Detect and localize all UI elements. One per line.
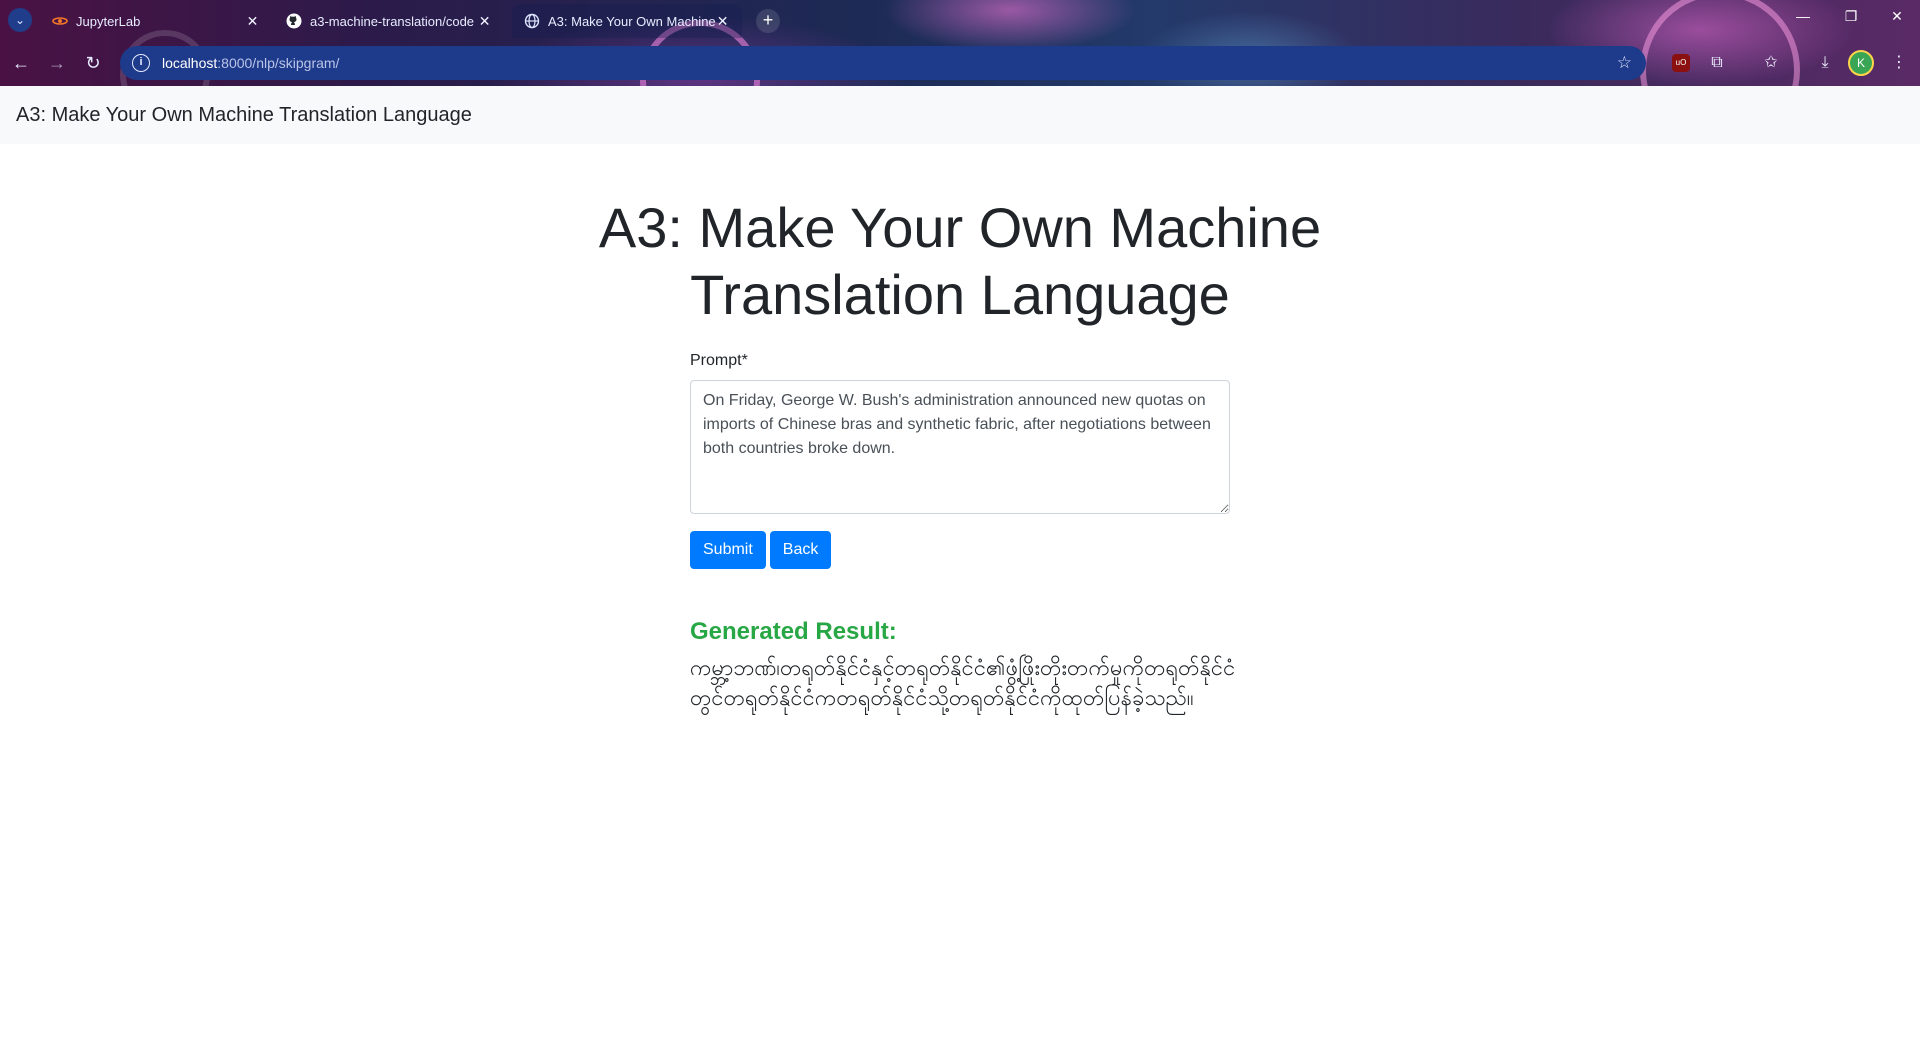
submit-button[interactable]: Submit [690,531,766,569]
new-tab-button[interactable]: + [756,9,780,33]
form-buttons: Submit Back [690,531,1230,569]
profile-avatar[interactable]: K [1848,50,1874,76]
browser-toolbar: ← → ↻ i localhost:8000/nlp/skipgram/ ☆ u… [0,46,1920,80]
prompt-form: Prompt* On Friday, George W. Bush's admi… [690,352,1230,569]
close-icon[interactable]: ✕ [477,13,492,30]
ublock-extension-icon[interactable]: uO [1672,54,1690,72]
bookmarks-icon[interactable]: ✩ [1758,50,1784,76]
forward-nav-button[interactable]: → [44,50,70,76]
chevron-down-icon: ⌄ [14,13,26,27]
tab-title: A3: Make Your Own Machine Tr [548,13,716,29]
arrow-right-icon: → [48,53,66,73]
close-window-button[interactable]: ✕ [1874,8,1920,25]
extensions-puzzle-icon[interactable]: ⧉ [1704,50,1730,76]
reload-button[interactable]: ↻ [80,50,106,76]
address-bar[interactable]: i localhost:8000/nlp/skipgram/ ☆ [120,46,1646,80]
browser-chrome: ⌄ JupyterLab ✕ a3-machine-translation/co… [0,0,1920,86]
minimize-icon: — [1796,8,1810,24]
restore-icon: ❐ [1844,8,1858,24]
minimize-button[interactable]: — [1780,8,1826,24]
generated-result: Generated Result: ကမ္ဘာ့ဘဏ်၊တရုတ်နိုင်ငံ… [690,618,1250,714]
back-button[interactable]: Back [769,531,832,569]
site-info-icon[interactable]: i [132,54,150,72]
arrow-left-icon: ← [12,53,30,73]
back-nav-button[interactable]: ← [8,50,34,76]
menu-kebab-icon[interactable]: ⋮ [1886,50,1912,76]
globe-icon [524,13,540,29]
close-icon[interactable]: ✕ [715,13,730,30]
bookmark-star-icon[interactable]: ☆ [1617,53,1632,73]
restore-button[interactable]: ❐ [1828,8,1874,25]
close-icon[interactable]: ✕ [245,13,260,30]
url-host: localhost [162,55,218,71]
tab-search-button[interactable]: ⌄ [8,8,32,32]
reload-icon: ↻ [85,53,101,73]
jupyter-icon [52,13,68,29]
tab-strip: ⌄ JupyterLab ✕ a3-machine-translation/co… [0,0,1920,40]
github-icon [286,13,302,29]
url-path: :8000/nlp/skipgram/ [217,55,340,71]
tab-a3-translation[interactable]: A3: Make Your Own Machine Tr ✕ [512,4,742,38]
prompt-label: Prompt* [690,352,748,369]
plus-icon: + [762,10,774,30]
prompt-textarea[interactable]: On Friday, George W. Bush's administrati… [690,380,1230,514]
tab-title: a3-machine-translation/code at [310,13,478,29]
tab-github[interactable]: a3-machine-translation/code at ✕ [274,4,504,38]
tab-jupyterlab[interactable]: JupyterLab ✕ [40,4,272,38]
navbar-brand[interactable]: A3: Make Your Own Machine Translation La… [16,104,472,127]
app-navbar: A3: Make Your Own Machine Translation La… [0,86,1920,144]
tab-title: JupyterLab [76,13,141,29]
result-heading: Generated Result: [690,618,897,645]
result-text: ကမ္ဘာ့ဘဏ်၊တရုတ်နိုင်ငံနှင့်တရုတ်နိုင်ငံ၏… [690,656,1236,711]
page-title: A3: Make Your Own Machine Translation La… [598,196,1322,326]
close-icon: ✕ [1891,8,1903,24]
download-icon[interactable]: ⤓ [1812,50,1838,76]
